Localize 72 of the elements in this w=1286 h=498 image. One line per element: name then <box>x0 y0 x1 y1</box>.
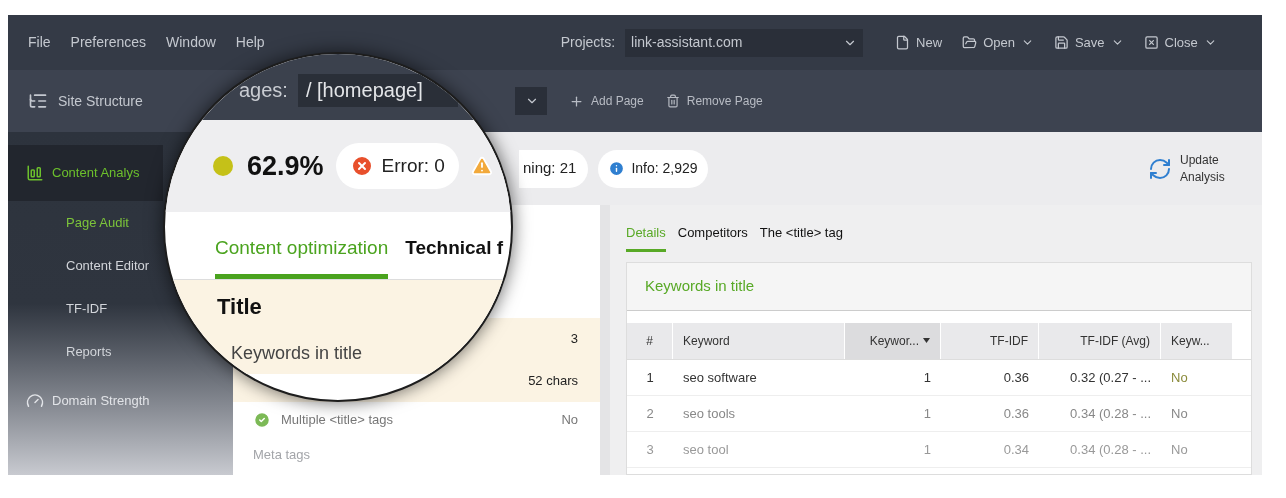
toolbar-button[interactable]: Open <box>962 32 1015 53</box>
section-title: Title <box>217 292 262 321</box>
page-field[interactable]: / [homepage] <box>297 74 458 107</box>
table-cell-text: 3 <box>645 440 655 459</box>
column-header[interactable]: Keyw... <box>1161 322 1233 359</box>
details-tab[interactable]: Competitors <box>677 223 748 252</box>
table-cell-text: seo tool <box>682 440 730 459</box>
factor-label: Keywords in title <box>231 341 363 365</box>
details-tab[interactable]: The <title> tag <box>759 223 843 252</box>
sort-icon <box>923 338 930 343</box>
sidebar-subitem[interactable]: Page Audit <box>66 212 129 233</box>
table-cell-text: 0.34 (0.28 - ... <box>1069 404 1152 423</box>
column-header[interactable]: Keyword <box>673 322 845 359</box>
check-icon <box>253 410 271 429</box>
sidebar-subitem[interactable]: Reports <box>66 341 112 362</box>
audit-tab[interactable]: Technical f <box>405 233 504 279</box>
score-value: 62.9% <box>247 149 324 183</box>
table-cell-text: No <box>1170 440 1189 459</box>
trash-icon <box>665 94 680 108</box>
menu-item[interactable]: Window <box>166 32 216 53</box>
table-cell-text: seo software <box>682 368 758 387</box>
plus-icon <box>569 93 584 109</box>
table-cell-text: No <box>1170 368 1189 387</box>
column-header[interactable]: # <box>627 322 673 359</box>
folder-icon <box>962 35 978 50</box>
table-cell-text: 1 <box>645 368 655 387</box>
table-cell-text: 0.34 (0.28 - ... <box>1069 440 1152 459</box>
project-dropdown[interactable]: link-assistant.com <box>625 28 864 57</box>
tree-icon <box>28 91 48 111</box>
toolbar-button[interactable]: Add Page <box>569 92 644 110</box>
section-title: Meta tags <box>253 445 311 464</box>
table-cell-text: 1 <box>922 440 932 459</box>
update-analysis-button[interactable]: Update Analysis <box>1148 151 1238 186</box>
bar-chart-icon <box>26 164 44 182</box>
sidebar-subitem[interactable]: Content Editor <box>66 255 150 276</box>
gauge-icon <box>26 392 44 410</box>
sidebar-subitem[interactable]: TF-IDF <box>66 298 108 319</box>
projects-label: Projects: <box>560 33 616 52</box>
sidebar-item[interactable]: Content Analys <box>8 145 163 201</box>
column-header[interactable]: Keywor... <box>845 322 941 359</box>
table-cell-text: 1 <box>922 368 932 387</box>
card-title: Keywords in title <box>645 275 755 296</box>
toolbar-button[interactable]: Close <box>1143 32 1198 53</box>
menu-item[interactable]: Preferences <box>70 32 147 53</box>
column-header[interactable]: TF-IDF (Avg) <box>1039 322 1161 359</box>
info-badge[interactable]: Info: 2,929 <box>598 149 708 188</box>
column-header[interactable]: TF-IDF <box>941 322 1039 359</box>
close-icon <box>1143 35 1159 50</box>
toolbar-button[interactable]: Save <box>1053 32 1105 53</box>
warning-badge[interactable]: ning: 21 <box>519 149 589 188</box>
menu-item[interactable]: File <box>28 32 51 53</box>
table-cell-text: 0.32 (0.27 - ... <box>1069 368 1152 387</box>
table-cell-text: 0.36 <box>1002 404 1030 423</box>
table-cell-text: seo tools <box>682 404 737 423</box>
scrollbar[interactable] <box>600 205 610 475</box>
table-cell-text: No <box>1170 404 1189 423</box>
warning-icon <box>470 155 493 177</box>
table-cell-text: 0.36 <box>1002 368 1030 387</box>
toolbar-button[interactable]: Remove Page <box>665 92 763 110</box>
file-icon <box>895 35 911 50</box>
table-cell-text: 2 <box>645 404 655 423</box>
error-badge[interactable]: Error: 0 <box>335 143 459 189</box>
factor-value: No <box>561 410 578 429</box>
toolbar-button[interactable]: New <box>895 32 943 53</box>
menu-item[interactable]: Help <box>235 32 265 53</box>
pages-label: ages: <box>239 78 288 103</box>
table-cell-text: 1 <box>922 404 932 423</box>
info-icon <box>608 160 626 177</box>
sidebar-item[interactable]: Site Structure <box>58 90 143 112</box>
table-cell-text: 0.34 <box>1002 440 1030 459</box>
factor-label: Multiple <title> tags <box>281 410 393 429</box>
refresh-icon <box>1148 156 1172 181</box>
